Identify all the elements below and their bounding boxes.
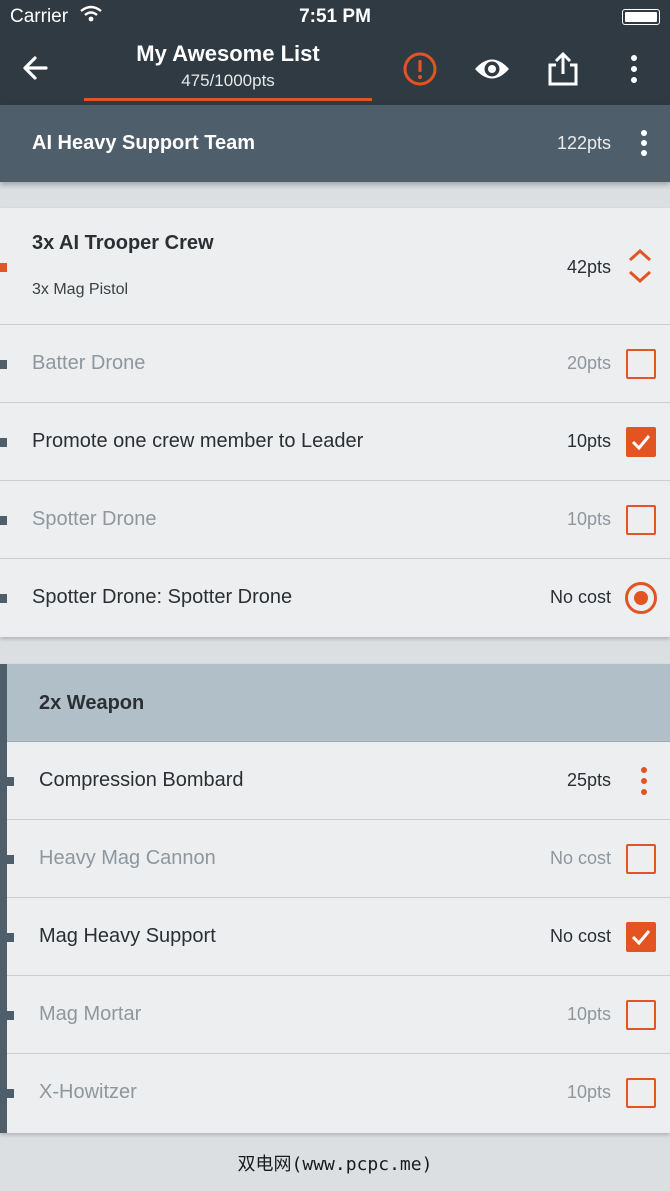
option-label: Heavy Mag Cannon: [39, 847, 216, 869]
warning-icon: [403, 52, 437, 86]
preview-button[interactable]: [472, 49, 512, 89]
list-title-block[interactable]: My Awesome List 475/1000pts: [84, 39, 372, 101]
row-marker: [0, 594, 7, 603]
option-cost: No cost: [549, 926, 611, 946]
group-title: 2x Weapon: [39, 692, 145, 714]
option-checkbox[interactable]: [626, 844, 656, 874]
weapon-group-card: 2x Weapon Compression Bombard 25pts Heav…: [0, 664, 670, 1133]
clock: 7:51 PM: [299, 6, 371, 27]
option-row[interactable]: Compression Bombard 25pts: [7, 742, 670, 820]
option-radio[interactable]: [625, 582, 657, 614]
more-vertical-icon: [641, 767, 647, 795]
overflow-menu-button[interactable]: [614, 49, 654, 89]
back-button[interactable]: [16, 48, 56, 88]
row-marker: [7, 777, 14, 786]
more-vertical-icon: [631, 55, 637, 83]
option-cost: No cost: [549, 587, 611, 607]
option-row[interactable]: X-Howitzer 10pts: [7, 1054, 670, 1133]
option-label: Promote one crew member to Leader: [32, 430, 364, 452]
row-marker: [0, 263, 7, 272]
option-cost: 25pts: [566, 770, 611, 790]
group-header[interactable]: 2x Weapon: [7, 664, 670, 742]
row-marker: [0, 360, 7, 369]
unit-card: 3x AI Trooper Crew 3x Mag Pistol 42pts B…: [0, 208, 670, 637]
back-arrow-icon: [23, 56, 48, 80]
option-cost: No cost: [549, 848, 611, 868]
option-label: Spotter Drone: [32, 508, 157, 530]
points-progress-bar: [84, 98, 372, 101]
option-checkbox[interactable]: [626, 1078, 656, 1108]
warning-button[interactable]: [400, 49, 440, 89]
option-cost: 10pts: [566, 509, 611, 529]
option-row[interactable]: Mag Mortar 10pts: [7, 976, 670, 1054]
unit-points: 122pts: [556, 133, 611, 153]
row-marker: [7, 1011, 14, 1020]
option-row[interactable]: Spotter Drone 10pts: [0, 481, 670, 559]
status-bar: Carrier 7:51 PM: [0, 0, 670, 34]
row-marker: [7, 855, 14, 864]
share-icon: [548, 51, 578, 86]
eye-icon: [475, 59, 509, 79]
option-label: Spotter Drone: Spotter Drone: [32, 586, 293, 608]
expand-toggle[interactable]: [627, 248, 653, 284]
unit-row-subtitle: 3x Mag Pistol: [32, 281, 129, 298]
unit-header: AI Heavy Support Team 122pts: [0, 105, 670, 182]
chevron-up-down-icon: [628, 248, 652, 284]
option-row[interactable]: Batter Drone 20pts: [0, 325, 670, 403]
option-label: X-Howitzer: [39, 1081, 137, 1103]
checkmark-icon: [631, 435, 651, 451]
row-marker: [0, 438, 7, 447]
list-title: My Awesome List: [136, 41, 320, 66]
share-button[interactable]: [543, 49, 583, 89]
more-vertical-icon: [641, 130, 647, 156]
row-marker: [0, 516, 7, 525]
option-row[interactable]: Mag Heavy Support No cost: [7, 898, 670, 976]
unit-name: AI Heavy Support Team: [32, 132, 256, 154]
watermark: 双电网(www.pcpc.me): [237, 1154, 433, 1175]
option-label: Batter Drone: [32, 352, 146, 374]
option-checkbox[interactable]: [626, 922, 656, 952]
option-checkbox[interactable]: [626, 505, 656, 535]
unit-row-cost: 42pts: [566, 257, 611, 277]
checkmark-icon: [631, 930, 651, 946]
option-cost: 10pts: [566, 1082, 611, 1102]
option-menu-button[interactable]: [634, 764, 654, 798]
option-label: Compression Bombard: [39, 769, 244, 791]
option-row[interactable]: Spotter Drone: Spotter Drone No cost: [0, 559, 670, 637]
unit-menu-button[interactable]: [632, 125, 656, 161]
unit-row[interactable]: 3x AI Trooper Crew 3x Mag Pistol 42pts: [0, 208, 670, 325]
option-label: Mag Heavy Support: [39, 925, 216, 947]
app-bar: My Awesome List 475/1000pts: [0, 34, 670, 105]
option-checkbox[interactable]: [626, 1000, 656, 1030]
option-row[interactable]: Heavy Mag Cannon No cost: [7, 820, 670, 898]
option-cost: 10pts: [566, 1004, 611, 1024]
row-marker: [7, 1089, 14, 1098]
row-marker: [7, 933, 14, 942]
battery-icon: [622, 9, 660, 25]
option-row[interactable]: Promote one crew member to Leader 10pts: [0, 403, 670, 481]
unit-row-title: 3x AI Trooper Crew: [32, 232, 214, 254]
list-points: 475/1000pts: [181, 71, 275, 90]
option-label: Mag Mortar: [39, 1003, 142, 1025]
option-checkbox[interactable]: [626, 349, 656, 379]
option-cost: 20pts: [566, 353, 611, 373]
option-checkbox[interactable]: [626, 427, 656, 457]
option-cost: 10pts: [566, 431, 611, 451]
